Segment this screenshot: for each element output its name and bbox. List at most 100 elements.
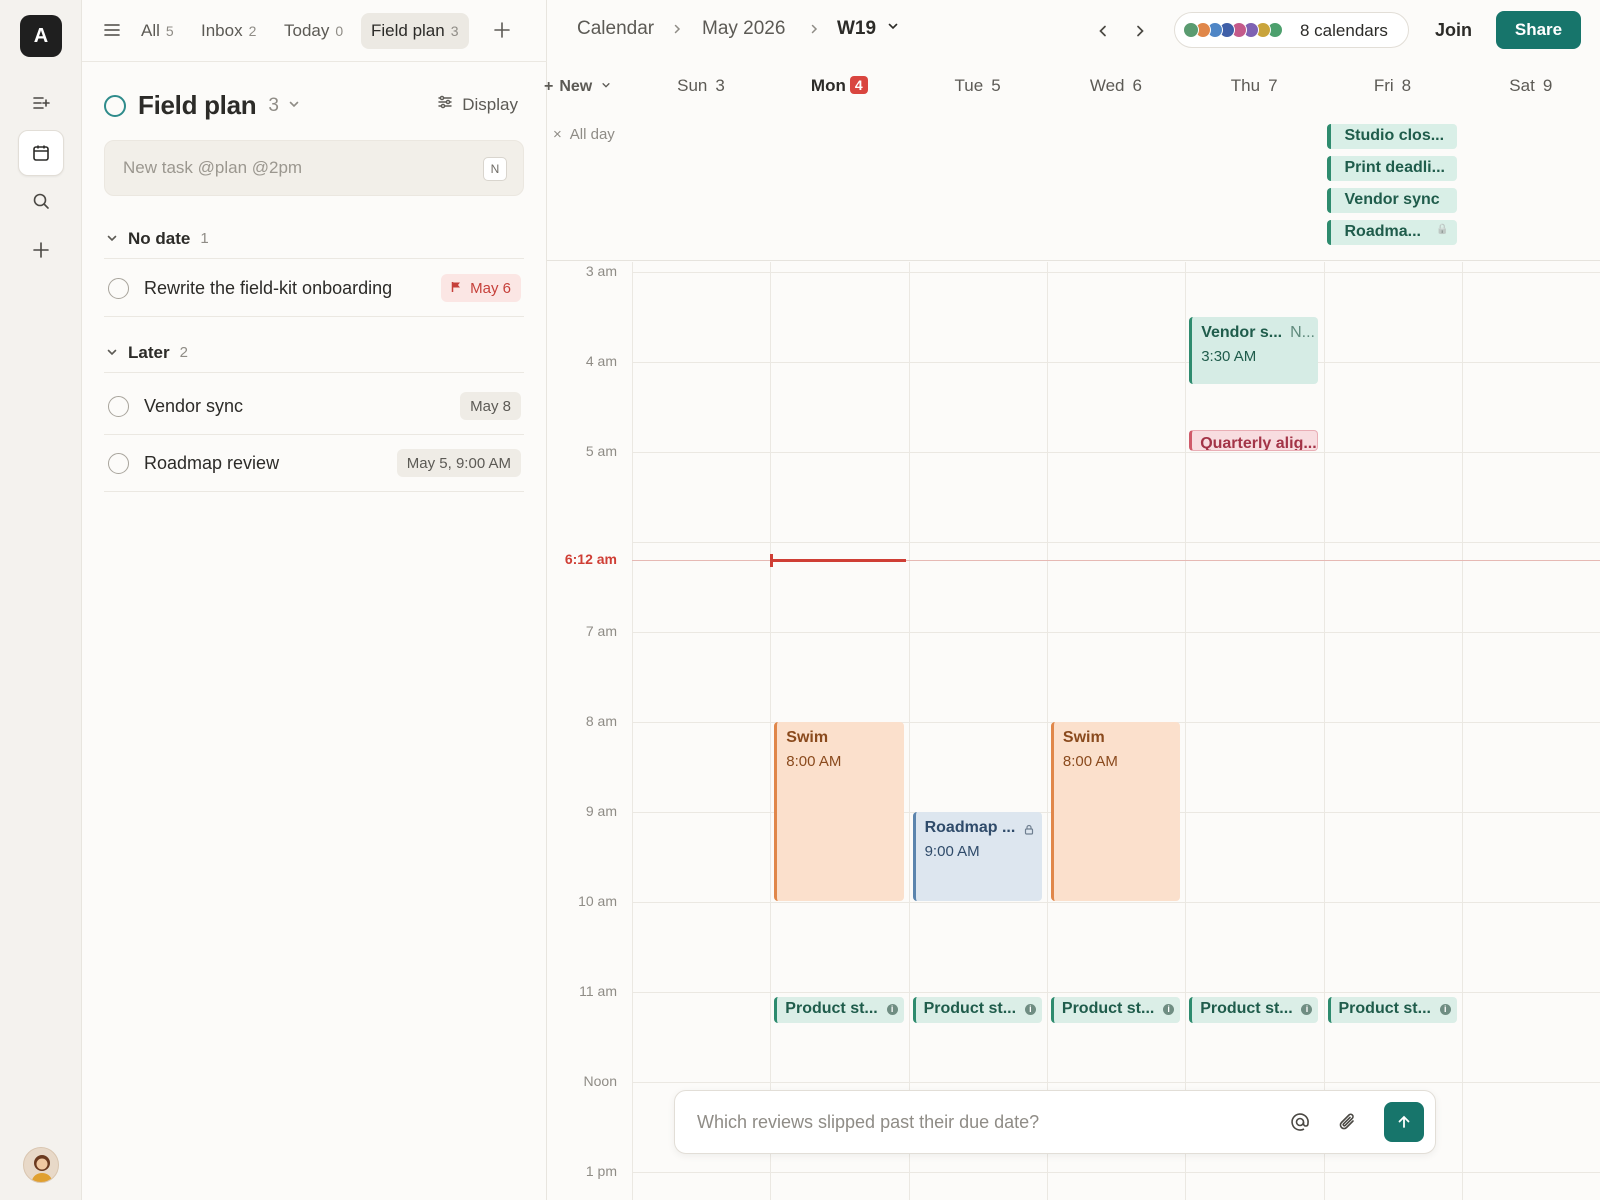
task-checkbox[interactable] xyxy=(108,452,129,474)
group-count: 1 xyxy=(200,230,209,247)
event-extra: N... xyxy=(1290,324,1315,341)
day-name: Sat xyxy=(1509,76,1535,95)
task-checkbox[interactable] xyxy=(108,277,129,299)
chevron-right-icon xyxy=(1137,25,1144,37)
day-name: Wed xyxy=(1089,76,1125,95)
calendars-count-label: 8 calendars xyxy=(1300,21,1388,40)
info-icon: i xyxy=(1301,1003,1313,1015)
hour-line xyxy=(632,632,1600,633)
hour-label: 10 am xyxy=(578,893,617,909)
calendars-selector[interactable]: 8 calendars xyxy=(1174,12,1409,48)
due-date-chip[interactable]: May 5, 9:00 AM xyxy=(396,449,521,477)
day-column-divider xyxy=(632,262,633,1200)
time-grid[interactable]: 3 am 4 am 5 am 7 am 8 am 9 am 10 am 11 am Noon 1 … xyxy=(547,262,1600,1200)
tab-count: 3 xyxy=(450,23,459,39)
tab-all[interactable]: All 5 xyxy=(131,13,184,49)
hour-label: 7 am xyxy=(585,623,617,639)
breadcrumb-week[interactable]: W19 xyxy=(837,18,899,40)
prev-week-button[interactable] xyxy=(1088,16,1118,46)
new-task-input[interactable] xyxy=(123,141,463,195)
all-day-event[interactable]: Print deadli... xyxy=(1326,156,1457,181)
plus-icon: + xyxy=(544,78,554,95)
all-day-label: All day xyxy=(569,126,615,143)
day-header-sun[interactable]: Sun 3 xyxy=(632,76,770,96)
calendar-event[interactable]: Product st... i xyxy=(774,996,904,1023)
all-day-toggle[interactable]: × All day xyxy=(553,126,615,143)
day-header-mon[interactable]: Mon 4 xyxy=(770,76,908,96)
tab-bar: All 5 Inbox 2 Today 0 Field plan 3 xyxy=(82,0,547,62)
calendar-event[interactable]: Product st... i xyxy=(1327,996,1457,1023)
day-header-fri[interactable]: Fri 8 xyxy=(1324,76,1462,96)
day-column-divider xyxy=(908,262,910,1200)
event-time: 9:00 AM xyxy=(924,843,980,860)
share-button[interactable]: Share xyxy=(1496,11,1581,49)
calendar-event[interactable]: Quarterly alig... xyxy=(1189,429,1319,451)
group-header-no-date[interactable]: No date 1 xyxy=(104,219,524,259)
day-header-tue[interactable]: Tue 5 xyxy=(909,76,1047,96)
current-time-label: 6:12 am xyxy=(564,551,617,567)
list-status-icon[interactable] xyxy=(104,94,126,117)
day-column-divider xyxy=(1185,262,1187,1200)
next-week-button[interactable] xyxy=(1125,16,1155,46)
calendar-event[interactable]: Roadmap ... 9:00 AM xyxy=(912,812,1042,901)
all-day-event[interactable]: Vendor sync xyxy=(1326,188,1457,213)
due-date-chip[interactable]: May 8 xyxy=(460,392,521,420)
calendar-icon[interactable] xyxy=(18,130,64,176)
due-date-chip[interactable]: May 6 xyxy=(441,274,521,302)
hour-label: 8 am xyxy=(585,713,617,729)
chevron-down-icon xyxy=(106,229,118,249)
calendar-event[interactable]: Product st... i xyxy=(912,996,1042,1023)
task-row[interactable]: Vendor sync May 8 xyxy=(104,378,524,435)
breadcrumb-month[interactable]: May 2026 xyxy=(702,18,785,40)
calendar-event[interactable]: Product st... i xyxy=(1050,996,1181,1023)
day-header-sat[interactable]: Sat 9 xyxy=(1462,76,1600,96)
hour-line xyxy=(632,452,1600,453)
attachment-icon[interactable] xyxy=(1337,1111,1359,1138)
hour-label: 3 am xyxy=(585,263,617,279)
menu-icon[interactable] xyxy=(102,20,122,45)
workspace-logo[interactable]: A xyxy=(20,15,62,57)
day-name: Fri xyxy=(1373,76,1394,95)
event-time: 8:00 AM xyxy=(786,753,842,770)
chevron-down-icon xyxy=(602,83,610,88)
all-day-event[interactable]: Roadma... xyxy=(1326,220,1457,245)
event-time: 8:00 AM xyxy=(1062,753,1118,770)
list-title: Field plan xyxy=(138,90,257,120)
mention-icon[interactable] xyxy=(1289,1111,1311,1138)
breadcrumb-calendar[interactable]: Calendar xyxy=(577,18,654,40)
display-button[interactable]: Display xyxy=(437,94,518,115)
task-checkbox[interactable] xyxy=(108,395,129,417)
tab-inbox[interactable]: Inbox 2 xyxy=(191,13,266,49)
display-label: Display xyxy=(462,94,518,114)
user-avatar[interactable] xyxy=(23,1147,59,1183)
ask-input[interactable] xyxy=(697,1091,1277,1153)
new-task-box: N xyxy=(104,140,524,196)
tab-field-plan[interactable]: Field plan 3 xyxy=(361,13,469,49)
list-add-icon[interactable] xyxy=(18,80,64,126)
join-button[interactable]: Join xyxy=(1429,16,1478,45)
tab-today[interactable]: Today 0 xyxy=(274,13,353,49)
hour-line xyxy=(632,1082,1600,1083)
plus-icon[interactable] xyxy=(18,227,64,273)
hour-line xyxy=(632,902,1600,903)
task-row[interactable]: Rewrite the field-kit onboarding May 6 xyxy=(104,260,524,317)
day-header-wed[interactable]: Wed 6 xyxy=(1047,76,1185,96)
current-time-indicator xyxy=(771,559,906,562)
calendar-event[interactable]: Product st... i xyxy=(1189,996,1319,1023)
add-tab-icon[interactable] xyxy=(493,21,511,44)
chevron-down-icon[interactable] xyxy=(288,97,300,115)
search-icon[interactable] xyxy=(18,178,64,224)
task-row[interactable]: Roadmap review May 5, 9:00 AM xyxy=(104,435,524,492)
day-name: Tue xyxy=(954,76,984,95)
calendar-event[interactable]: Swim 8:00 AM xyxy=(1050,722,1181,901)
group-header-later[interactable]: Later 2 xyxy=(104,333,524,373)
arrow-up-icon xyxy=(1398,1115,1410,1128)
new-event-button[interactable]: + New xyxy=(544,78,611,96)
day-column-divider xyxy=(1046,262,1048,1200)
calendar-event[interactable]: Swim 8:00 AM xyxy=(774,722,904,901)
send-button[interactable] xyxy=(1384,1102,1424,1142)
all-day-event[interactable]: Studio clos... xyxy=(1326,124,1457,149)
info-icon: i xyxy=(1163,1003,1175,1015)
day-header-thu[interactable]: Thu 7 xyxy=(1185,76,1323,96)
calendar-event[interactable]: Vendor s... N... 3:30 AM xyxy=(1189,317,1319,384)
